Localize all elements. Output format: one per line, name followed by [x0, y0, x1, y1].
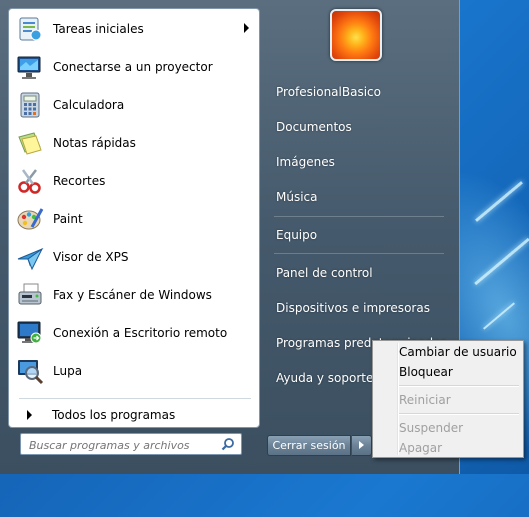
right-item-user-folder[interactable]: ProfesionalBasico	[266, 79, 452, 105]
menu-item-lock[interactable]: Bloquear	[399, 362, 453, 382]
remote-desktop-icon	[15, 318, 45, 348]
divider	[19, 398, 251, 399]
program-item-xps-viewer[interactable]: Visor de XPS	[13, 239, 257, 275]
getting-started-icon	[15, 14, 45, 44]
program-label: Lupa	[53, 364, 83, 378]
shutdown-options-button[interactable]	[352, 435, 372, 456]
right-item-label: Documentos	[276, 120, 352, 134]
menu-separator	[399, 385, 519, 387]
right-item-pictures[interactable]: Imágenes	[266, 149, 452, 175]
program-label: Paint	[53, 212, 83, 226]
submenu-arrow-icon	[244, 23, 249, 33]
xps-viewer-icon	[15, 242, 45, 272]
menu-item-shutdown: Apagar	[399, 441, 443, 455]
triangle-right-icon	[27, 410, 32, 420]
program-item-calculator[interactable]: Calculadora	[13, 87, 257, 123]
right-item-label: Panel de control	[276, 266, 373, 280]
user-picture[interactable]	[330, 9, 382, 61]
right-item-label: Equipo	[276, 228, 318, 242]
all-programs-button[interactable]: Todos los programas	[13, 402, 257, 427]
paint-palette-icon	[15, 204, 45, 234]
program-item-remote-desktop[interactable]: Conexión a Escritorio remoto	[13, 315, 257, 351]
sticky-notes-icon	[15, 128, 45, 158]
program-item-snipping[interactable]: Recortes	[13, 163, 257, 199]
menu-item-sleep: Suspender	[399, 421, 464, 435]
all-programs-label: Todos los programas	[52, 408, 176, 422]
programs-pane: Tareas iniciales Conectarse a un proyect…	[8, 8, 260, 428]
search-box[interactable]	[20, 433, 242, 455]
program-item-paint[interactable]: Paint	[13, 201, 257, 237]
scissors-icon	[15, 166, 45, 196]
fax-scanner-icon	[15, 280, 45, 310]
menu-item-restart: Reiniciar	[399, 393, 451, 407]
shutdown-context-menu: Cambiar de usuario Bloquear Reiniciar Su…	[372, 340, 524, 458]
search-input[interactable]	[27, 436, 217, 454]
projector-icon	[15, 52, 45, 82]
program-item-sticky-notes[interactable]: Notas rápidas	[13, 125, 257, 161]
program-label: Conectarse a un proyector	[53, 60, 213, 74]
right-item-music[interactable]: Música	[266, 184, 452, 210]
right-item-devices-printers[interactable]: Dispositivos e impresoras	[266, 295, 452, 321]
right-item-documents[interactable]: Documentos	[266, 114, 452, 140]
program-label: Recortes	[53, 174, 106, 188]
magnifier-icon	[15, 356, 45, 386]
program-label: Notas rápidas	[53, 136, 136, 150]
log-off-button[interactable]: Cerrar sesión	[267, 435, 351, 456]
program-label: Visor de XPS	[53, 250, 129, 264]
program-item-projector[interactable]: Conectarse a un proyector	[13, 49, 257, 85]
program-item-getting-started[interactable]: Tareas iniciales	[13, 11, 257, 47]
right-item-control-panel[interactable]: Panel de control	[266, 260, 452, 286]
search-icon[interactable]	[221, 437, 235, 451]
divider	[274, 216, 444, 217]
calculator-icon	[15, 90, 45, 120]
menu-item-switch-user[interactable]: Cambiar de usuario	[399, 342, 517, 362]
right-item-label: Imágenes	[276, 155, 335, 169]
program-label: Tareas iniciales	[53, 22, 144, 36]
divider	[274, 253, 444, 254]
program-label: Calculadora	[53, 98, 125, 112]
program-item-fax-scanner[interactable]: Fax y Escáner de Windows	[13, 277, 257, 313]
menu-separator	[399, 413, 519, 415]
right-item-computer[interactable]: Equipo	[266, 222, 452, 248]
right-item-label: Dispositivos e impresoras	[276, 301, 430, 315]
right-item-label: Música	[276, 190, 318, 204]
right-item-label: ProfesionalBasico	[276, 85, 381, 99]
program-item-magnifier[interactable]: Lupa	[13, 353, 257, 389]
program-label: Conexión a Escritorio remoto	[53, 326, 228, 340]
program-label: Fax y Escáner de Windows	[53, 288, 212, 302]
arrow-right-icon	[359, 441, 364, 449]
